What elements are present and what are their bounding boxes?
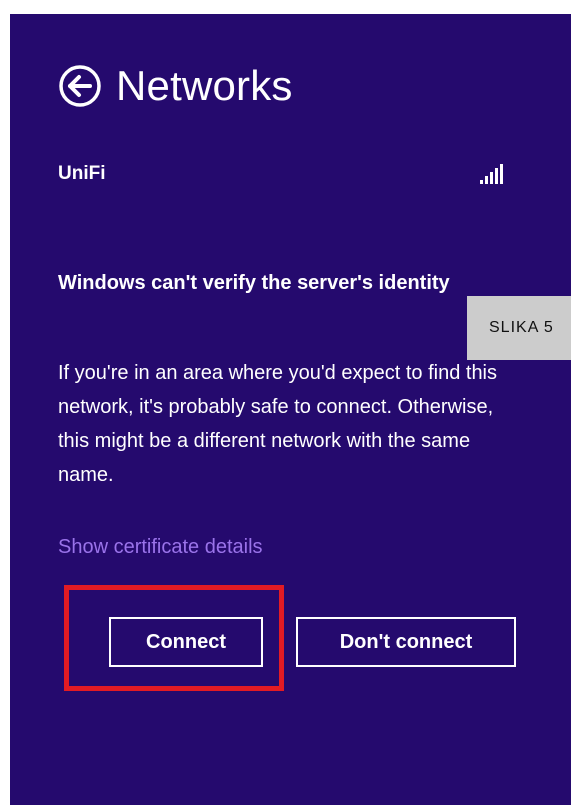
network-name: UniFi	[58, 163, 106, 184]
dialog-message: If you're in an area where you'd expect …	[58, 362, 498, 486]
flyout-header: Networks	[58, 54, 293, 118]
dialog-heading: Windows can't verify the server's identi…	[58, 272, 450, 294]
show-certificate-link[interactable]: Show certificate details	[58, 536, 263, 559]
figure-label: SLIKA 5	[467, 296, 571, 360]
dont-connect-button[interactable]: Don't connect	[296, 617, 516, 667]
network-list-item[interactable]: UniFi	[58, 156, 508, 192]
connect-button[interactable]: Connect	[109, 617, 263, 667]
wifi-signal-icon	[478, 162, 508, 186]
page-title: Networks	[116, 62, 293, 109]
back-arrow-icon[interactable]	[58, 64, 102, 108]
